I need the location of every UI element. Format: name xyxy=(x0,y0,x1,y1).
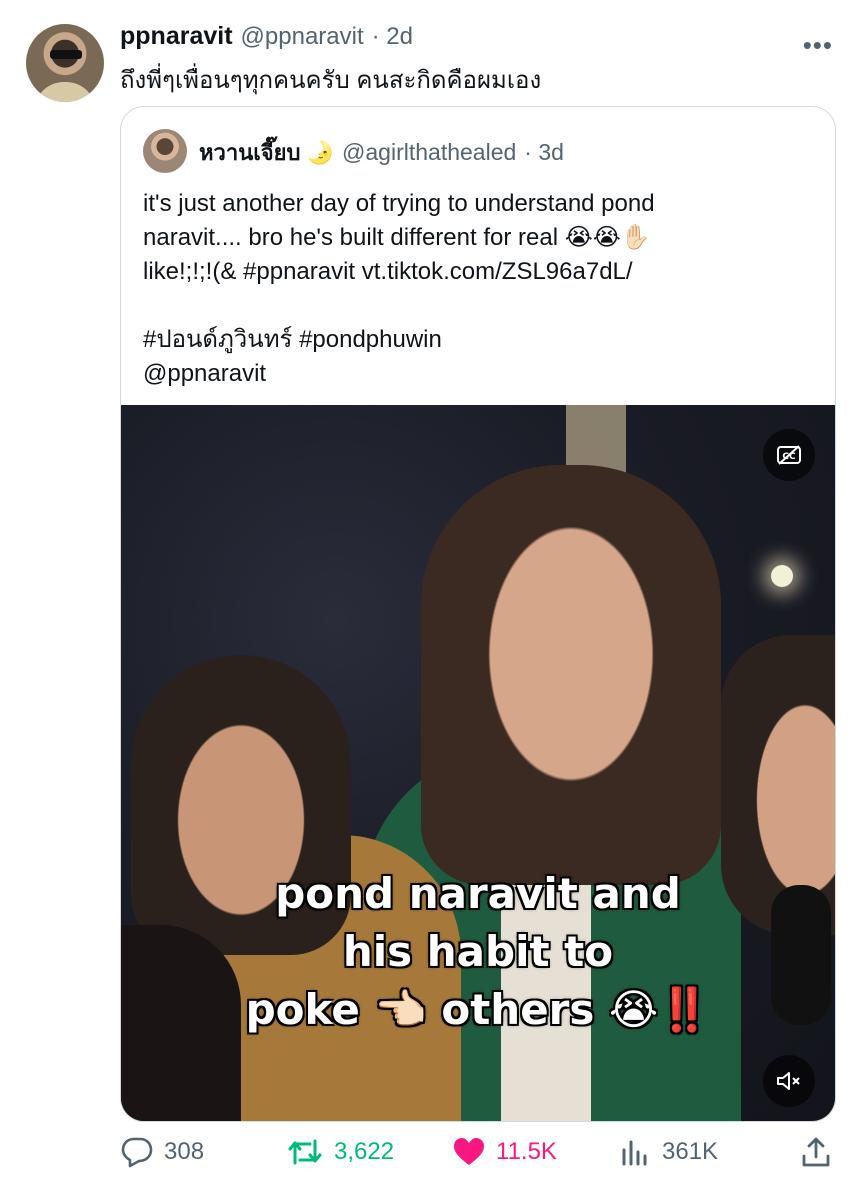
quoted-text-line-links[interactable]: like!;!;!(& #ppnaravit vt.tiktok.com/ZSL… xyxy=(143,255,813,289)
views-button[interactable]: 361K xyxy=(620,1136,718,1168)
caption-line: pond naravit and xyxy=(275,869,681,918)
like-button[interactable]: 11.5K xyxy=(452,1136,557,1168)
caption-line: his habit to xyxy=(342,927,614,976)
shirt-shape xyxy=(34,82,96,102)
quoted-text-line: naravit.... bro he's built different for… xyxy=(143,224,651,251)
quoted-author-handle: @agirlthathealed xyxy=(342,139,517,165)
video-caption: pond naravit and his habit to poke 👈🏻 ot… xyxy=(121,865,835,1039)
author-name[interactable]: ppnaravit xyxy=(120,22,233,51)
heart-icon xyxy=(452,1136,486,1168)
quoted-tweet-time: · 3d xyxy=(524,139,564,165)
video-player[interactable]: pond naravit and his habit to poke 👈🏻 ot… xyxy=(121,405,835,1121)
author-handle[interactable]: @ppnaravit xyxy=(241,23,364,51)
caption-line: poke 👈🏻 others 😭‼️ xyxy=(245,985,711,1034)
captions-off-icon[interactable]: CC xyxy=(763,429,815,481)
quoted-author-name: หวานเจี๊ยบ 🌛 xyxy=(199,140,335,165)
quoted-text-blank xyxy=(143,289,813,323)
sunglasses-shape xyxy=(50,50,82,59)
views-icon xyxy=(620,1136,652,1168)
retweet-button[interactable]: 3,622 xyxy=(286,1136,394,1168)
person-center-face xyxy=(421,465,721,885)
more-icon[interactable]: ••• xyxy=(803,30,833,61)
quoted-author-avatar xyxy=(143,129,187,173)
tweet-text: ถึงพี่ๆเพื่อนๆทุกคนครับ คนสะกิดคือผมเอง xyxy=(120,67,542,94)
quoted-tweet-header: หวานเจี๊ยบ 🌛 @agirlthathealed · 3d xyxy=(199,135,564,170)
muted-speaker-icon[interactable] xyxy=(763,1055,815,1107)
tweet-header: ppnaravit @ppnaravit · 2d xyxy=(120,22,413,52)
quoted-tweet-text: it's just another day of trying to under… xyxy=(143,187,813,391)
quoted-tweet[interactable]: หวานเจี๊ยบ 🌛 @agirlthathealed · 3d it's … xyxy=(120,106,836,1122)
like-count: 11.5K xyxy=(496,1138,557,1165)
share-icon xyxy=(800,1136,832,1168)
retweet-icon xyxy=(286,1136,324,1168)
share-button[interactable] xyxy=(800,1136,832,1168)
quoted-hashtags[interactable]: #ปอนด์ภูวินทร์ #pondphuwin xyxy=(143,323,813,357)
views-count: 361K xyxy=(662,1138,719,1165)
reply-count: 308 xyxy=(164,1138,205,1165)
reply-icon xyxy=(120,1136,154,1168)
stage-light xyxy=(771,565,793,587)
reply-button[interactable]: 308 xyxy=(120,1136,204,1168)
quoted-mention[interactable]: @ppnaravit xyxy=(143,357,813,391)
tweet-time[interactable]: · 2d xyxy=(372,23,413,51)
retweet-count: 3,622 xyxy=(334,1138,395,1165)
quoted-text-line: it's just another day of trying to under… xyxy=(143,190,655,217)
author-avatar[interactable] xyxy=(26,24,104,102)
tweet-actions: 308 3,622 11.5K 361K xyxy=(120,1136,836,1176)
